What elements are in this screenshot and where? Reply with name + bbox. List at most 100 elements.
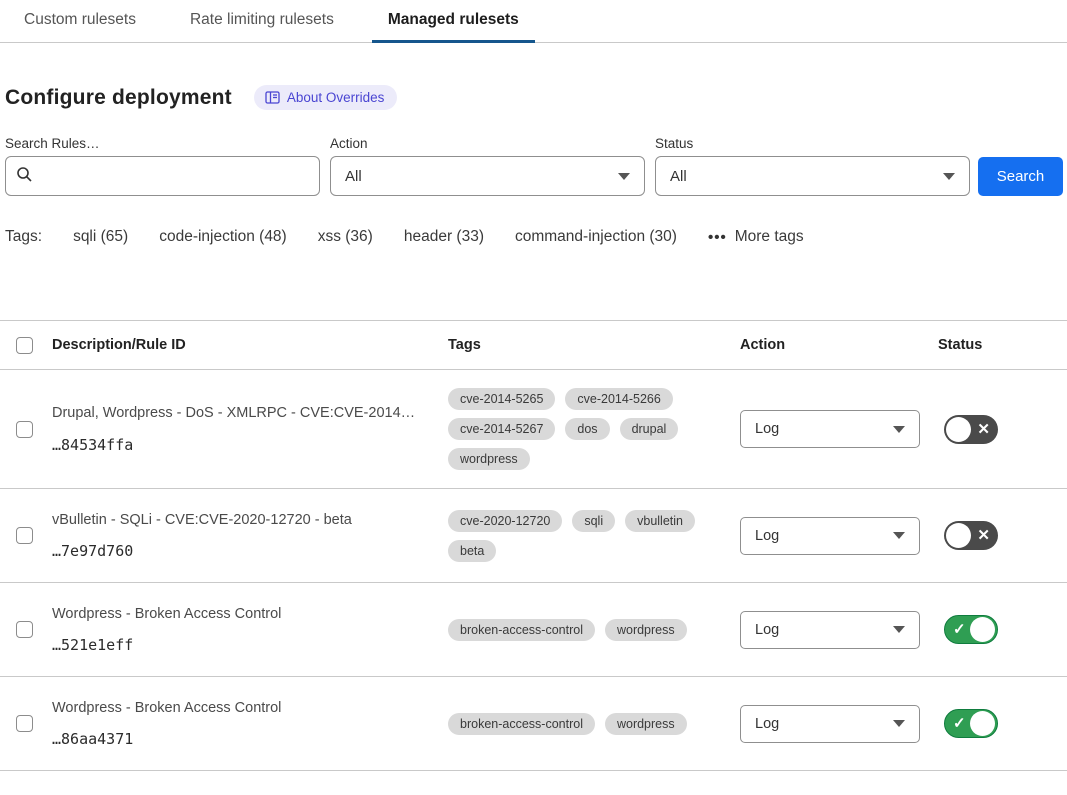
rule-id: …7e97d760 (52, 542, 424, 560)
x-icon: ✕ (977, 528, 990, 543)
rule-description-cell: Drupal, Wordpress - DoS - XMLRPC - CVE:C… (52, 404, 448, 454)
row-checkbox[interactable] (16, 527, 33, 544)
rule-action-select[interactable]: Log (740, 410, 920, 448)
rule-description: Drupal, Wordpress - DoS - XMLRPC - CVE:C… (52, 404, 424, 423)
tag-filter-link[interactable]: code-injection (48) (159, 228, 287, 246)
status-toggle[interactable]: ✓ (944, 615, 998, 644)
search-icon (16, 166, 33, 187)
tag-links: sqli (65) code-injection (48) xss (36) head… (73, 228, 677, 246)
rule-id: …86aa4371 (52, 730, 424, 748)
book-icon (265, 91, 280, 104)
action-filter-value: All (345, 168, 362, 185)
about-overrides-link[interactable]: About Overrides (254, 85, 398, 110)
rule-description: Wordpress - Broken Access Control (52, 699, 424, 718)
tag-filter-link[interactable]: header (33) (404, 228, 484, 246)
rule-action-value: Log (755, 421, 779, 437)
table-row: Drupal, Wordpress - DoS - XMLRPC - CVE:C… (0, 370, 1067, 489)
col-action: Action (740, 337, 938, 353)
rule-tag-pill: vbulletin (625, 510, 695, 532)
table-row: vBulletin - SQLi - CVE:CVE-2020-12720 - … (0, 489, 1067, 583)
chevron-down-icon (618, 173, 630, 180)
tag-filter-link[interactable]: xss (36) (318, 228, 373, 246)
table-row: Wordpress - Broken Access Control …86aa43… (0, 677, 1067, 771)
rule-tag-pill: drupal (620, 418, 679, 440)
status-filter-label: Status (655, 136, 970, 151)
chevron-down-icon (893, 720, 905, 727)
rule-tag-pill: cve-2014-5267 (448, 418, 555, 440)
col-status: Status (938, 337, 1067, 353)
row-checkbox[interactable] (16, 621, 33, 638)
heading-row: Configure deployment About Overrides (5, 85, 1067, 110)
check-icon: ✓ (953, 716, 966, 731)
row-checkbox[interactable] (16, 421, 33, 438)
managed-rulesets-page: Custom rulesets Rate limiting rulesets Man… (0, 0, 1067, 795)
rule-tag-pill: broken-access-control (448, 713, 595, 735)
more-tags-button[interactable]: ••• More tags (708, 228, 804, 246)
tag-filter-link[interactable]: sqli (65) (73, 228, 128, 246)
tag-filter-link[interactable]: command-injection (30) (515, 228, 677, 246)
ellipsis-icon: ••• (708, 229, 727, 246)
rule-tag-pill: wordpress (448, 448, 530, 470)
rule-action-select[interactable]: Log (740, 517, 920, 555)
toggle-knob (946, 523, 971, 548)
rule-description-cell: vBulletin - SQLi - CVE:CVE-2020-12720 - … (52, 511, 448, 561)
search-button[interactable]: Search (978, 157, 1063, 196)
status-toggle[interactable]: ✕ (944, 415, 998, 444)
rule-description-cell: Wordpress - Broken Access Control …521e1e… (52, 605, 448, 655)
rule-tags-cell: broken-access-control wordpress (448, 619, 740, 641)
rule-tag-pill: wordpress (605, 713, 687, 735)
rule-action-value: Log (755, 622, 779, 638)
page-title: Configure deployment (5, 86, 232, 110)
filter-bar: Search Rules… Action All Status (5, 136, 1063, 196)
rule-tag-pill: beta (448, 540, 496, 562)
rule-description: Wordpress - Broken Access Control (52, 605, 424, 624)
rule-tags-cell: cve-2020-12720 sqli vbulletin beta (448, 510, 740, 562)
rule-description: vBulletin - SQLi - CVE:CVE-2020-12720 - … (52, 511, 424, 530)
action-filter-group: Action All (330, 136, 645, 196)
ruleset-tabs: Custom rulesets Rate limiting rulesets Man… (0, 0, 1067, 43)
search-field (5, 156, 320, 196)
rule-description-cell: Wordpress - Broken Access Control …86aa43… (52, 699, 448, 749)
select-all-checkbox[interactable] (16, 337, 33, 354)
rule-tags-cell: cve-2014-5265cve-2014-5266cve-2014-5267d… (448, 388, 740, 470)
search-group: Search Rules… (5, 136, 320, 196)
status-filter-value: All (670, 168, 687, 185)
table-row: Wordpress - Broken Access Control …521e1e… (0, 583, 1067, 677)
table-body: Drupal, Wordpress - DoS - XMLRPC - CVE:C… (0, 370, 1067, 771)
rule-tag-pill: dos (565, 418, 609, 440)
action-filter-label: Action (330, 136, 645, 151)
chevron-down-icon (943, 173, 955, 180)
action-filter-select[interactable]: All (330, 156, 645, 196)
chevron-down-icon (893, 626, 905, 633)
rule-tag-pill: cve-2014-5265 (448, 388, 555, 410)
search-label: Search Rules… (5, 136, 320, 151)
toggle-knob (946, 417, 971, 442)
rule-tag-pill: cve-2020-12720 (448, 510, 562, 532)
rule-action-value: Log (755, 528, 779, 544)
rule-action-select[interactable]: Log (740, 705, 920, 743)
tab-custom-rulesets[interactable]: Custom rulesets (8, 0, 152, 43)
x-icon: ✕ (977, 422, 990, 437)
toggle-knob (970, 711, 995, 736)
search-input[interactable] (33, 157, 309, 195)
chevron-down-icon (893, 532, 905, 539)
status-filter-group: Status All (655, 136, 970, 196)
rule-id: …84534ffa (52, 436, 424, 454)
rule-tags-cell: broken-access-control wordpress (448, 713, 740, 735)
tags-bar-label: Tags: (5, 228, 42, 246)
rule-tag-pill: sqli (572, 510, 615, 532)
row-checkbox[interactable] (16, 715, 33, 732)
status-toggle[interactable]: ✕ (944, 521, 998, 550)
toggle-knob (970, 617, 995, 642)
rule-id: …521e1eff (52, 636, 424, 654)
rule-action-select[interactable]: Log (740, 611, 920, 649)
rule-tag-pill: broken-access-control (448, 619, 595, 641)
status-filter-select[interactable]: All (655, 156, 970, 196)
col-description: Description/Rule ID (52, 337, 448, 353)
rule-tag-pill: wordpress (605, 619, 687, 641)
status-toggle[interactable]: ✓ (944, 709, 998, 738)
rule-action-value: Log (755, 716, 779, 732)
tab-managed-rulesets[interactable]: Managed rulesets (372, 0, 535, 43)
chevron-down-icon (893, 426, 905, 433)
tab-rate-limiting-rulesets[interactable]: Rate limiting rulesets (174, 0, 350, 43)
